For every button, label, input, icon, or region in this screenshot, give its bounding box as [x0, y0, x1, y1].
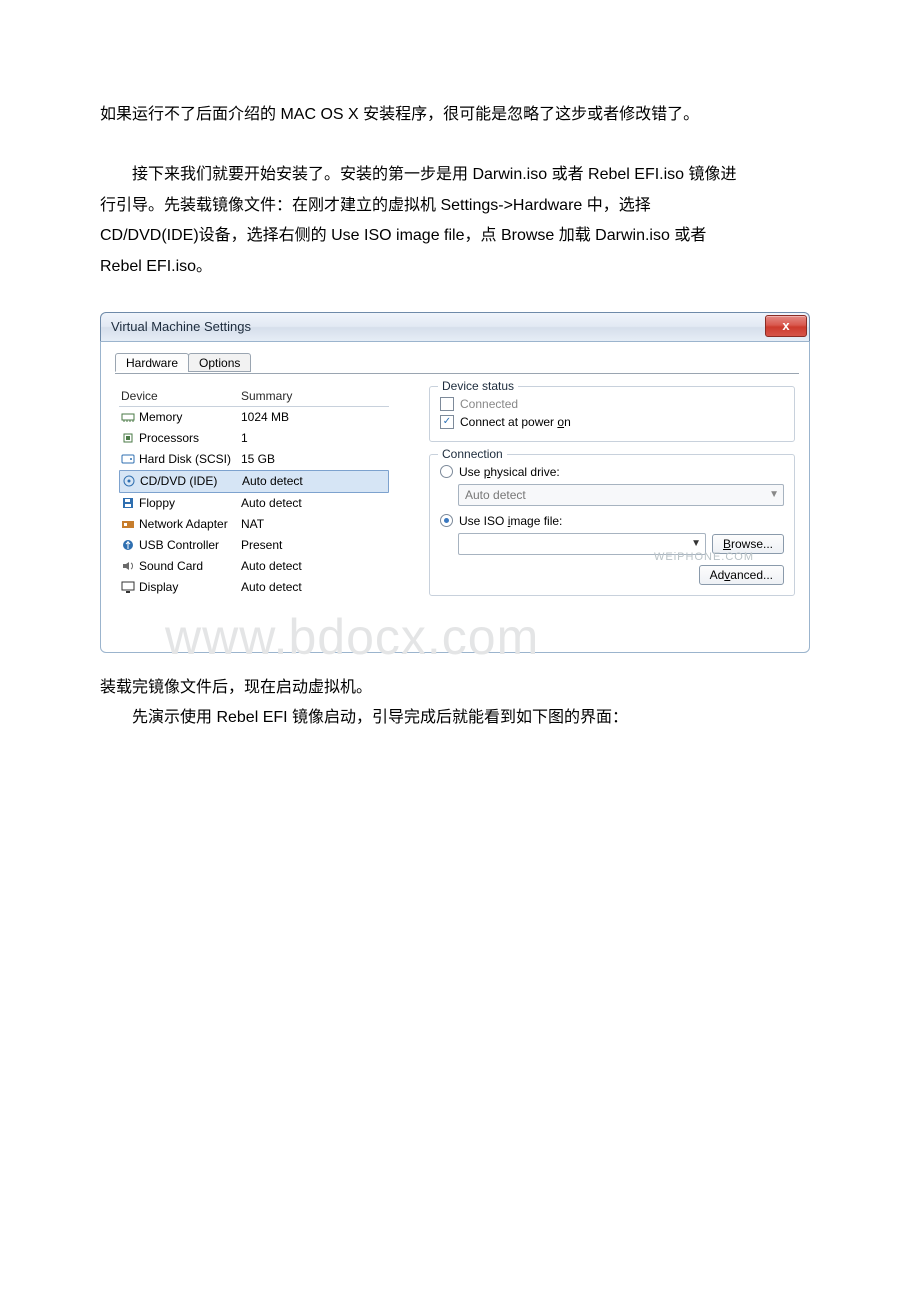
connected-checkbox-row[interactable]: Connected	[440, 395, 784, 413]
paragraph-1: 如果运行不了后面介绍的 MAC OS X 安装程序，很可能是忽略了这步或者修改错…	[100, 100, 740, 130]
device-name: CD/DVD (IDE)	[140, 474, 217, 488]
watermark-bdocx: www.bdocx.com	[165, 608, 539, 666]
device-summary: Auto detect	[241, 559, 387, 573]
device-name: Sound Card	[139, 559, 203, 573]
dialog-columns: Device Summary Memory1024 MBProcessors1H…	[115, 374, 799, 612]
tabs: HardwareOptions	[115, 352, 799, 374]
connect-power-label: Connect at power on	[460, 415, 571, 429]
iso-image-label: Use ISO image file:	[459, 514, 562, 528]
display-icon	[121, 581, 135, 593]
physical-drive-radio-row[interactable]: Use physical drive:	[440, 463, 784, 481]
device-row[interactable]: Memory 1024 MB	[119, 407, 389, 428]
device-summary: Auto detect	[241, 580, 387, 594]
device-row[interactable]: CD/DVD (IDE) Auto detect	[119, 470, 389, 493]
device-row[interactable]: Network Adapter NAT	[119, 514, 389, 535]
chevron-down-icon: ▼	[769, 489, 779, 500]
device-summary: Present	[241, 538, 387, 552]
device-row[interactable]: Processors 1	[119, 428, 389, 449]
memory-icon	[121, 411, 135, 423]
device-summary: Auto detect	[242, 474, 386, 488]
usb-icon	[121, 539, 135, 551]
device-name: Memory	[139, 410, 182, 424]
paragraph-3: 装载完镜像文件后，现在启动虚拟机。	[100, 673, 740, 703]
document-page: 如果运行不了后面介绍的 MAC OS X 安装程序，很可能是忽略了这步或者修改错…	[0, 0, 780, 804]
device-name: Floppy	[139, 496, 175, 510]
close-icon: x	[782, 318, 789, 333]
cpu-icon	[121, 432, 135, 444]
device-summary: 15 GB	[241, 452, 387, 466]
radio-selected-icon	[440, 514, 453, 527]
device-row[interactable]: USB Controller Present	[119, 535, 389, 556]
physical-drive-value: Auto detect	[465, 488, 526, 502]
device-status-group: Device status Connected Connect at power…	[429, 386, 795, 442]
floppy-icon	[121, 497, 135, 509]
checkbox-icon	[440, 397, 454, 411]
device-summary: Auto detect	[241, 496, 387, 510]
device-config-panel: Device status Connected Connect at power…	[429, 386, 795, 608]
nic-icon	[121, 518, 135, 530]
close-button[interactable]: x	[765, 315, 807, 337]
hdd-icon	[121, 453, 135, 465]
tab-hardware[interactable]: Hardware	[115, 353, 189, 372]
physical-drive-label: Use physical drive:	[459, 465, 560, 479]
col-summary: Summary	[241, 389, 387, 403]
connect-power-checkbox-row[interactable]: Connect at power on	[440, 413, 784, 431]
paragraph-2: 接下来我们就要开始安装了。安装的第一步是用 Darwin.iso 或者 Rebe…	[100, 160, 740, 282]
radio-icon	[440, 465, 453, 478]
connection-legend: Connection	[438, 447, 507, 461]
cd-icon	[122, 475, 136, 487]
connection-group: Connection Use physical drive: Auto dete…	[429, 454, 795, 596]
device-status-legend: Device status	[438, 379, 518, 393]
paragraph-4: 先演示使用 Rebel EFI 镜像启动，引导完成后就能看到如下图的界面：	[100, 703, 740, 733]
chevron-down-icon: ▼	[691, 538, 701, 549]
device-row[interactable]: Sound Card Auto detect	[119, 556, 389, 577]
device-list-panel: Device Summary Memory1024 MBProcessors1H…	[119, 386, 389, 608]
device-summary: NAT	[241, 517, 387, 531]
tab-options[interactable]: Options	[188, 353, 251, 372]
device-name: Processors	[139, 431, 199, 445]
dialog-title: Virtual Machine Settings	[111, 319, 251, 334]
device-name: USB Controller	[139, 538, 219, 552]
col-device: Device	[121, 389, 241, 403]
device-name: Display	[139, 580, 178, 594]
iso-image-radio-row[interactable]: Use ISO image file:	[440, 512, 784, 530]
connected-label: Connected	[460, 397, 518, 411]
device-row[interactable]: Hard Disk (SCSI) 15 GB	[119, 449, 389, 470]
device-list: Memory 1024 MB Processors 1 Hard Disk (SCSI)…	[119, 407, 389, 598]
iso-file-select[interactable]: ▼	[458, 533, 706, 555]
advanced-button[interactable]: Advanced...	[699, 565, 784, 585]
device-name: Hard Disk (SCSI)	[139, 452, 231, 466]
device-summary: 1	[241, 431, 387, 445]
device-row[interactable]: Display Auto detect	[119, 577, 389, 598]
sound-icon	[121, 560, 135, 572]
browse-button[interactable]: Browse...	[712, 534, 784, 554]
dialog-titlebar: Virtual Machine Settings x	[100, 312, 810, 341]
device-name: Network Adapter	[139, 517, 228, 531]
device-list-header: Device Summary	[119, 386, 389, 407]
checkbox-checked-icon	[440, 415, 454, 429]
physical-drive-select[interactable]: Auto detect ▼	[458, 484, 784, 506]
dialog-body: HardwareOptions Device Summary Memory 102…	[100, 341, 810, 653]
device-summary: 1024 MB	[241, 410, 387, 424]
device-row[interactable]: Floppy Auto detect	[119, 493, 389, 514]
vm-settings-dialog: Virtual Machine Settings x HardwareOptio…	[100, 312, 810, 653]
